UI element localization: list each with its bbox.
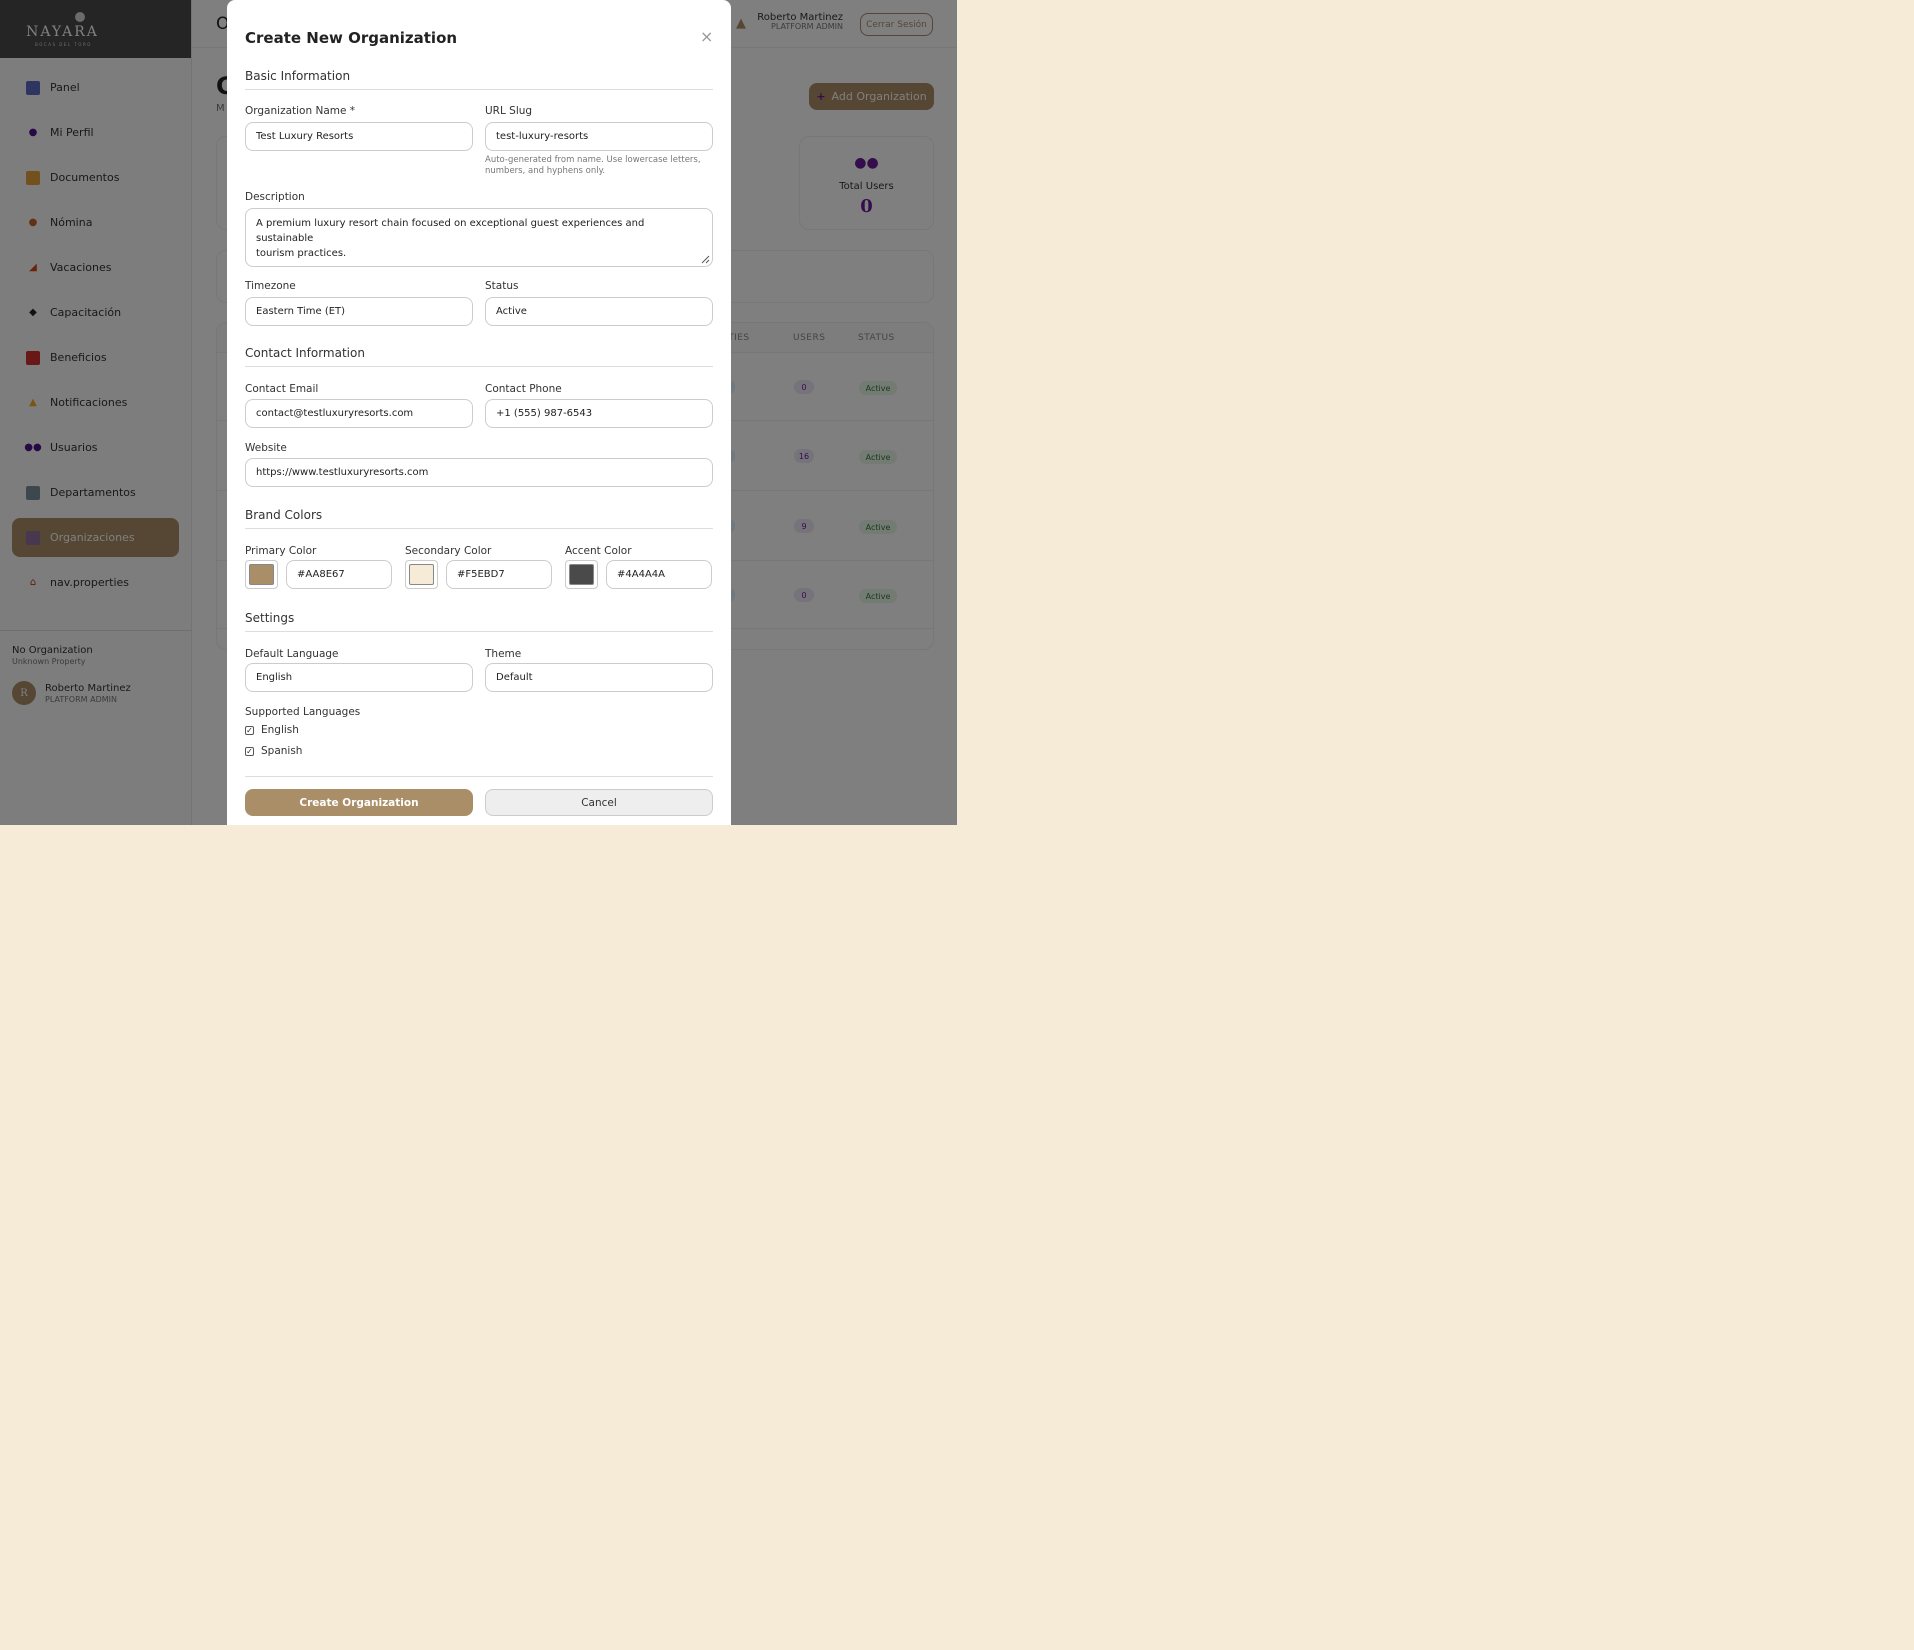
default-language-label: Default Language — [245, 648, 339, 660]
contact-phone-label: Contact Phone — [485, 383, 562, 395]
supported-languages-label: Supported Languages — [245, 706, 361, 718]
theme-label: Theme — [485, 648, 522, 660]
secondary-color-label: Secondary Color — [405, 545, 492, 557]
checkbox-checked-icon: ✓ — [245, 725, 254, 735]
org-name-input[interactable]: Test Luxury Resorts — [245, 122, 473, 151]
accent-color-input[interactable]: #4A4A4A — [606, 560, 712, 589]
modal-footer-divider — [245, 776, 713, 777]
description-text-line: A premium luxury resort chain focused on… — [256, 218, 645, 244]
website-label: Website — [245, 442, 287, 454]
section-brand-colors: Brand Colors — [245, 508, 713, 529]
secondary-color-swatch — [409, 564, 434, 585]
close-icon[interactable]: × — [700, 29, 713, 45]
timezone-label: Timezone — [245, 280, 296, 292]
url-slug-input[interactable]: test-luxury-resorts — [485, 122, 713, 151]
status-label: Status — [485, 280, 519, 292]
primary-color-label: Primary Color — [245, 545, 317, 557]
default-language-select[interactable]: English — [245, 663, 473, 692]
description-label: Description — [245, 191, 305, 203]
create-organization-modal: Create New Organization × Basic Informat… — [227, 0, 731, 825]
contact-email-input[interactable]: contact@testluxuryresorts.com — [245, 399, 473, 428]
contact-phone-input[interactable]: +1 (555) 987-6543 — [485, 399, 713, 428]
status-select[interactable]: Active — [485, 297, 713, 326]
website-input[interactable]: https://www.testluxuryresorts.com — [245, 458, 713, 487]
resize-handle-icon[interactable] — [700, 254, 710, 264]
description-text-line: tourism practices. — [256, 248, 347, 259]
app-window: NAYARA BOCAS DEL TORO Panel ●Mi Perfil D… — [0, 0, 957, 825]
primary-color-swatch — [249, 564, 274, 585]
org-name-label: Organization Name * — [245, 105, 356, 117]
section-contact-information: Contact Information — [245, 346, 713, 367]
primary-color-picker[interactable] — [245, 560, 278, 589]
create-organization-button[interactable]: Create Organization — [245, 789, 473, 816]
accent-color-swatch — [569, 564, 594, 585]
contact-email-label: Contact Email — [245, 383, 319, 395]
section-basic-information: Basic Information — [245, 69, 713, 90]
timezone-select[interactable]: Eastern Time (ET) — [245, 297, 473, 326]
secondary-color-picker[interactable] — [405, 560, 438, 589]
checkbox-label: English — [261, 724, 299, 736]
description-textarea[interactable]: A premium luxury resort chain focused on… — [245, 208, 713, 267]
url-slug-help-line: Auto-generated from name. Use lowercase … — [485, 155, 701, 165]
secondary-color-input[interactable]: #F5EBD7 — [446, 560, 552, 589]
checkbox-english[interactable]: ✓ English — [245, 724, 299, 736]
checkbox-spanish[interactable]: ✓ Spanish — [245, 745, 302, 757]
modal-title: Create New Organization — [245, 29, 458, 47]
theme-select[interactable]: Default — [485, 663, 713, 692]
cancel-button[interactable]: Cancel — [485, 789, 713, 816]
checkbox-label: Spanish — [261, 745, 303, 757]
url-slug-help-line: numbers, and hyphens only. — [485, 166, 606, 177]
accent-color-label: Accent Color — [565, 545, 632, 557]
section-settings: Settings — [245, 611, 713, 632]
checkbox-checked-icon: ✓ — [245, 746, 254, 756]
accent-color-picker[interactable] — [565, 560, 598, 589]
url-slug-label: URL Slug — [485, 105, 533, 117]
url-slug-help: Auto-generated from name. Use lowercase … — [485, 155, 701, 177]
primary-color-input[interactable]: #AA8E67 — [286, 560, 392, 589]
